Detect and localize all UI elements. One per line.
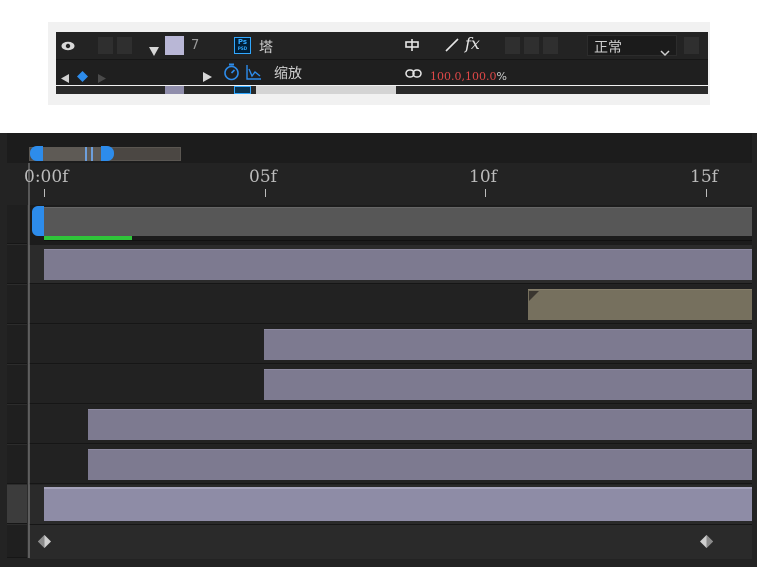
layer-duration-bar[interactable]	[264, 369, 752, 400]
left-cell	[7, 365, 27, 404]
playhead-line	[28, 163, 30, 558]
selected-layer-duration-bar[interactable]	[44, 487, 752, 521]
next-layer-row-partial	[56, 86, 708, 94]
layer-track	[29, 245, 752, 284]
property-name: 缩放	[274, 66, 302, 82]
prev-keyframe-icon[interactable]	[61, 68, 69, 83]
ruler-label-1: 05f	[249, 167, 277, 187]
track-matte-toggle[interactable]	[684, 37, 699, 54]
layer-track	[29, 445, 752, 484]
work-area-divider	[44, 240, 752, 241]
left-cell	[7, 205, 27, 244]
effects-switch[interactable]: fx	[465, 34, 480, 53]
left-cell	[7, 525, 27, 558]
keyframe-track	[29, 525, 752, 559]
scale-x-value[interactable]: 100.0	[430, 70, 462, 83]
layer-track	[29, 365, 752, 404]
blend-mode-value: 正常	[594, 40, 622, 56]
left-cell	[7, 285, 27, 324]
layer-in-point-corner-icon	[529, 291, 539, 301]
partial-ps-icon	[234, 86, 251, 94]
ps-badge-bottom: PSD	[237, 46, 248, 51]
add-keyframe-icon[interactable]	[77, 67, 88, 82]
chevron-down-icon	[660, 42, 670, 57]
ps-badge-top: Ps	[237, 38, 248, 46]
scale-value[interactable]: 100.0,100.0%	[430, 65, 507, 84]
stopwatch-icon[interactable]	[223, 63, 240, 81]
ruler-label-0: 0:00f	[24, 167, 69, 187]
scale-unit: %	[496, 70, 507, 83]
layer-track	[29, 405, 752, 444]
work-area-track	[29, 205, 752, 245]
eye-icon[interactable]	[60, 38, 76, 52]
shy-switch-icon[interactable]	[404, 37, 420, 53]
property-row[interactable]: 缩放 100.0,100.0%	[56, 60, 708, 85]
blend-mode-select[interactable]: 正常	[587, 35, 677, 57]
layer-track	[29, 285, 752, 324]
work-area-bar[interactable]	[44, 207, 752, 236]
layer-track-selected	[29, 485, 752, 525]
partial-name-field	[256, 86, 396, 94]
graph-editor-icon[interactable]	[246, 64, 262, 80]
timeline-panel: 0:00f 05f 10f 15f	[0, 133, 757, 567]
ruler-tick	[706, 189, 707, 197]
layer-duration-bar[interactable]	[88, 449, 752, 480]
layer-name[interactable]: 塔	[259, 37, 273, 57]
ruler-tick	[44, 189, 45, 197]
keyframe-end-icon[interactable]	[700, 535, 713, 548]
left-cell	[7, 245, 27, 284]
keyframe-start-icon[interactable]	[38, 535, 51, 548]
scale-y-value[interactable]: 100.0	[465, 70, 497, 83]
left-cell	[7, 405, 27, 444]
navigator-tick	[85, 147, 87, 161]
next-keyframe-icon[interactable]	[98, 68, 106, 83]
label-color-swatch[interactable]	[165, 36, 184, 55]
navigator-tick	[91, 147, 93, 161]
constrain-proportions-icon[interactable]	[405, 65, 422, 78]
navigator-start-handle[interactable]	[30, 146, 43, 161]
left-cell	[7, 485, 27, 524]
motion-blur-switch[interactable]	[505, 37, 520, 54]
layer-duration-bar[interactable]	[264, 329, 752, 360]
time-ruler[interactable]: 0:00f 05f 10f 15f	[24, 163, 752, 205]
layer-panel: 7 Ps PSD 塔 fx 正常 缩放 100.0,100.0%	[48, 22, 710, 105]
ruler-tick	[485, 189, 486, 197]
solo-toggle[interactable]	[117, 37, 132, 54]
ruler-label-2: 10f	[469, 167, 497, 187]
ruler-label-3: 15f	[690, 167, 718, 187]
audio-toggle[interactable]	[98, 37, 113, 54]
playhead-handle[interactable]	[32, 206, 44, 236]
adjustment-layer-bar[interactable]	[528, 289, 752, 320]
quality-switch-icon[interactable]	[444, 37, 460, 53]
left-cell	[7, 325, 27, 364]
layer-switch-column	[7, 205, 29, 558]
3d-layer-switch[interactable]	[543, 37, 558, 54]
layer-index: 7	[191, 38, 200, 53]
twirl-down-icon[interactable]	[149, 41, 159, 56]
photoshop-file-icon: Ps PSD	[234, 37, 251, 54]
left-cell	[7, 445, 27, 484]
layer-duration-bar[interactable]	[44, 249, 752, 280]
twirl-right-icon[interactable]	[203, 67, 212, 82]
partial-swatch	[165, 86, 184, 94]
navigator-end-handle[interactable]	[101, 146, 114, 161]
layer-duration-bar[interactable]	[88, 409, 752, 440]
adjustment-layer-switch[interactable]	[524, 37, 539, 54]
layer-track	[29, 325, 752, 364]
ruler-tick	[265, 189, 266, 197]
layer-row[interactable]: 7 Ps PSD 塔 fx 正常	[56, 32, 708, 60]
